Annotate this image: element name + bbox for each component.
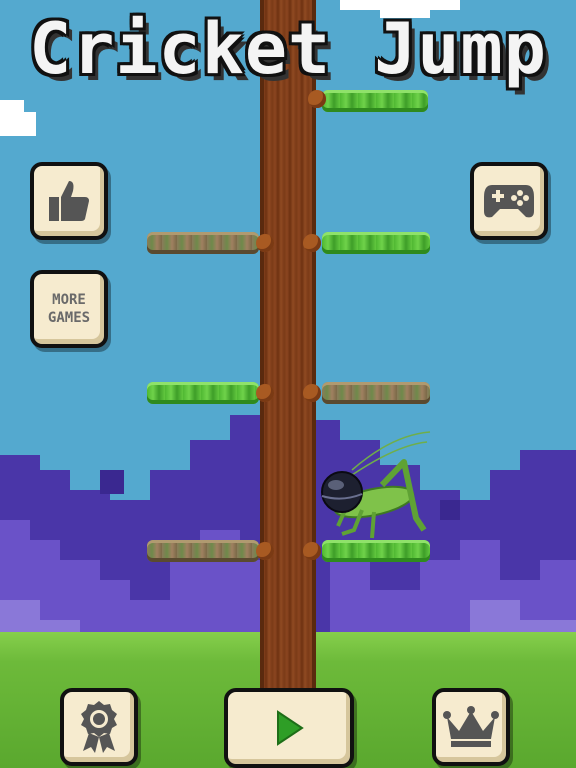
more-games-label: MORE GAMES — [47, 292, 91, 326]
play-icon — [277, 710, 304, 746]
crown-icon — [443, 706, 499, 747]
cricket-character — [321, 431, 431, 539]
branch-right-top — [322, 90, 428, 112]
branch-knob — [303, 234, 321, 252]
game-title: Cricket Jump — [29, 8, 547, 90]
more-games-button[interactable]: MORE GAMES — [30, 270, 108, 348]
game-center-button[interactable] — [470, 162, 548, 240]
branch-left-1 — [147, 232, 259, 254]
branch-knob — [308, 90, 326, 108]
branch-left-3 — [147, 540, 259, 562]
leaderboard-button[interactable] — [432, 688, 510, 766]
branch-left-2 — [147, 382, 259, 404]
achievements-button[interactable] — [60, 688, 138, 766]
like-button[interactable] — [30, 162, 108, 240]
play-button[interactable] — [224, 688, 354, 768]
branch-knob — [256, 234, 274, 252]
branch-knob — [303, 384, 321, 402]
game-scene: Cricket Jump MORE GAMES — [0, 0, 576, 768]
award-ribbon-icon — [81, 701, 117, 753]
gamepad-icon — [484, 185, 534, 218]
branch-knob — [256, 384, 274, 402]
tree-trunk — [260, 0, 316, 700]
branch-knob — [256, 542, 274, 560]
branch-right-1 — [322, 232, 430, 254]
thumbs-up-icon — [49, 181, 89, 221]
branch-right-2 — [322, 382, 430, 404]
